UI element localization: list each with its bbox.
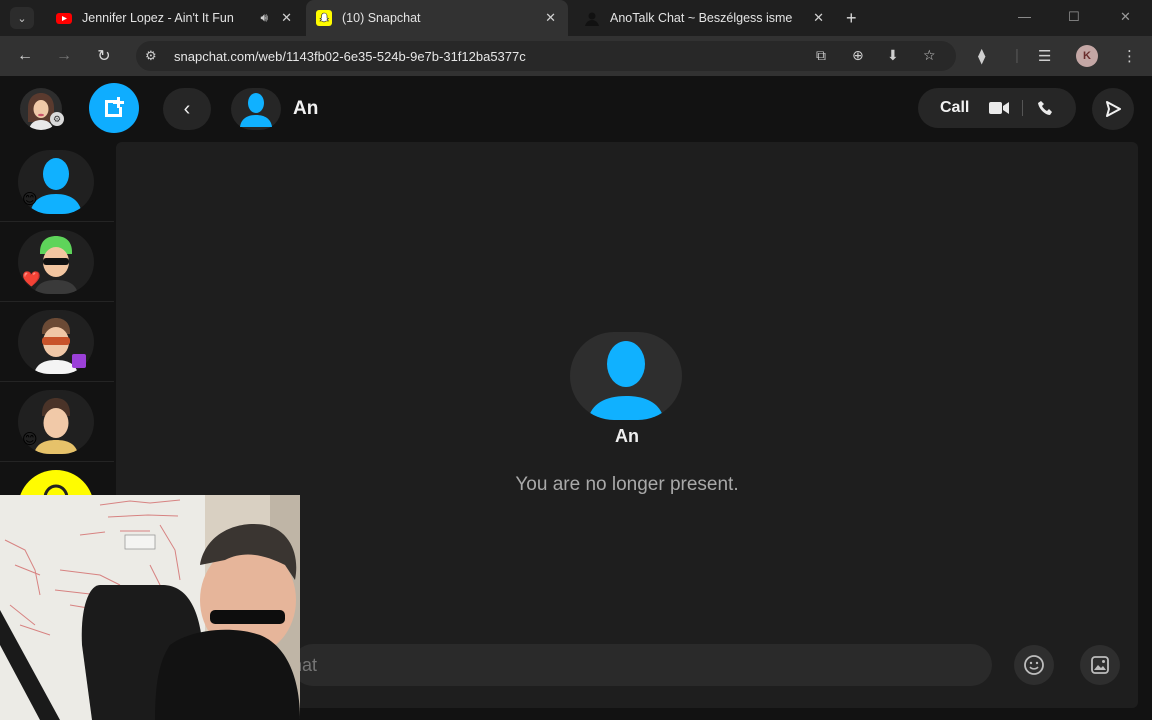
default-avatar-icon	[240, 93, 272, 127]
close-window-icon[interactable]: ✕	[1120, 9, 1131, 25]
reload-icon[interactable]: ↻	[92, 44, 116, 68]
smile-emoji-badge: 😊	[22, 431, 38, 448]
default-avatar-icon	[588, 341, 664, 420]
conversation-item[interactable]	[0, 302, 114, 382]
send-snap-button[interactable]	[1092, 88, 1134, 130]
contact-avatar[interactable]	[570, 332, 682, 420]
browser-menu-icon[interactable]: ⋮	[1122, 47, 1137, 65]
profile-avatar[interactable]: K	[1076, 45, 1098, 67]
contact-name: An	[615, 426, 639, 446]
presence-status: You are no longer present.	[515, 474, 739, 495]
emoji-button[interactable]	[1014, 645, 1054, 685]
back-button[interactable]: ‹	[163, 88, 211, 130]
url-text: snapchat.com/web/1143fb02-6e35-524b-9e7b…	[174, 49, 526, 64]
tab-title: (10) Snapchat	[342, 11, 421, 25]
heart-emoji-badge: ❤️	[22, 271, 41, 288]
snapchat-icon	[316, 10, 332, 26]
message-input[interactable]	[292, 644, 992, 686]
close-tab-icon[interactable]: ✕	[281, 10, 292, 26]
send-arrow-icon	[1106, 101, 1121, 117]
tab-title: AnoTalk Chat ~ Beszélgess isme	[610, 11, 793, 25]
close-tab-icon[interactable]: ✕	[545, 10, 556, 26]
site-info-icon[interactable]: ⚙	[145, 48, 157, 64]
tab-title: Jennifer Lopez - Ain't It Fun	[82, 11, 234, 25]
new-chat-button[interactable]	[89, 83, 139, 133]
conversation-item[interactable]: 😊	[0, 142, 114, 222]
close-tab-icon[interactable]: ✕	[813, 10, 824, 26]
emoji-icon	[1024, 655, 1044, 675]
call-button[interactable]: Call	[940, 99, 969, 117]
address-bar[interactable]: ⚙ snapchat.com/web/1143fb02-6e35-524b-9e…	[136, 41, 956, 71]
toolbar-divider: |	[1015, 47, 1019, 64]
image-icon	[1091, 656, 1109, 674]
new-tab-icon[interactable]: +	[846, 8, 857, 29]
video-call-icon[interactable]	[989, 101, 1009, 115]
webcam-overlay	[0, 495, 300, 720]
tab-search-button[interactable]: ⌄	[10, 7, 34, 29]
smile-emoji-badge: 😊	[22, 191, 38, 208]
anotalk-icon	[585, 12, 599, 26]
extensions-icon[interactable]: ⧫	[978, 47, 985, 65]
tab-snapchat[interactable]: (10) Snapchat ✕	[306, 0, 568, 36]
chat-composer[interactable]	[292, 644, 992, 686]
settings-gear-icon[interactable]: ⚙	[50, 112, 64, 126]
call-controls: Call	[918, 88, 1076, 128]
tab-youtube[interactable]: Jennifer Lopez - Ain't It Fun 🔊︎ ✕	[46, 4, 304, 32]
gallery-button[interactable]	[1080, 645, 1120, 685]
speaker-icon[interactable]: 🔊︎	[260, 11, 268, 26]
bookmark-star-icon[interactable]: ☆	[923, 47, 936, 64]
browser-tab-strip: ⌄ Jennifer Lopez - Ain't It Fun 🔊︎ ✕ (10…	[0, 0, 1152, 36]
install-app-icon[interactable]: ⬇	[887, 47, 899, 64]
purple-square-badge	[72, 354, 86, 368]
app-header: ⚙ ‹ An Call	[0, 76, 1152, 140]
chat-header-name[interactable]: An	[293, 98, 318, 120]
call-divider	[1022, 100, 1023, 116]
conversation-item[interactable]: 😊	[0, 382, 114, 462]
maximize-icon[interactable]: ☐	[1068, 9, 1080, 25]
translate-icon[interactable]: ⧉	[816, 47, 826, 64]
chevron-left-icon: ‹	[183, 97, 191, 120]
zoom-icon[interactable]: ⊕	[852, 47, 864, 64]
chat-header-avatar[interactable]	[231, 88, 281, 130]
phone-icon[interactable]	[1038, 100, 1054, 116]
youtube-icon	[56, 13, 72, 24]
new-chat-icon	[105, 97, 124, 117]
minimize-icon[interactable]: —	[1018, 9, 1031, 24]
webcam-video-image	[0, 495, 300, 720]
tab-anotalk[interactable]: AnoTalk Chat ~ Beszélgess isme ✕	[574, 4, 836, 32]
back-arrow-icon[interactable]: ←	[13, 44, 37, 68]
forward-arrow-icon[interactable]: →	[52, 44, 76, 68]
conversation-item[interactable]: ❤️	[0, 222, 114, 302]
media-control-icon[interactable]: ☰	[1038, 47, 1051, 65]
